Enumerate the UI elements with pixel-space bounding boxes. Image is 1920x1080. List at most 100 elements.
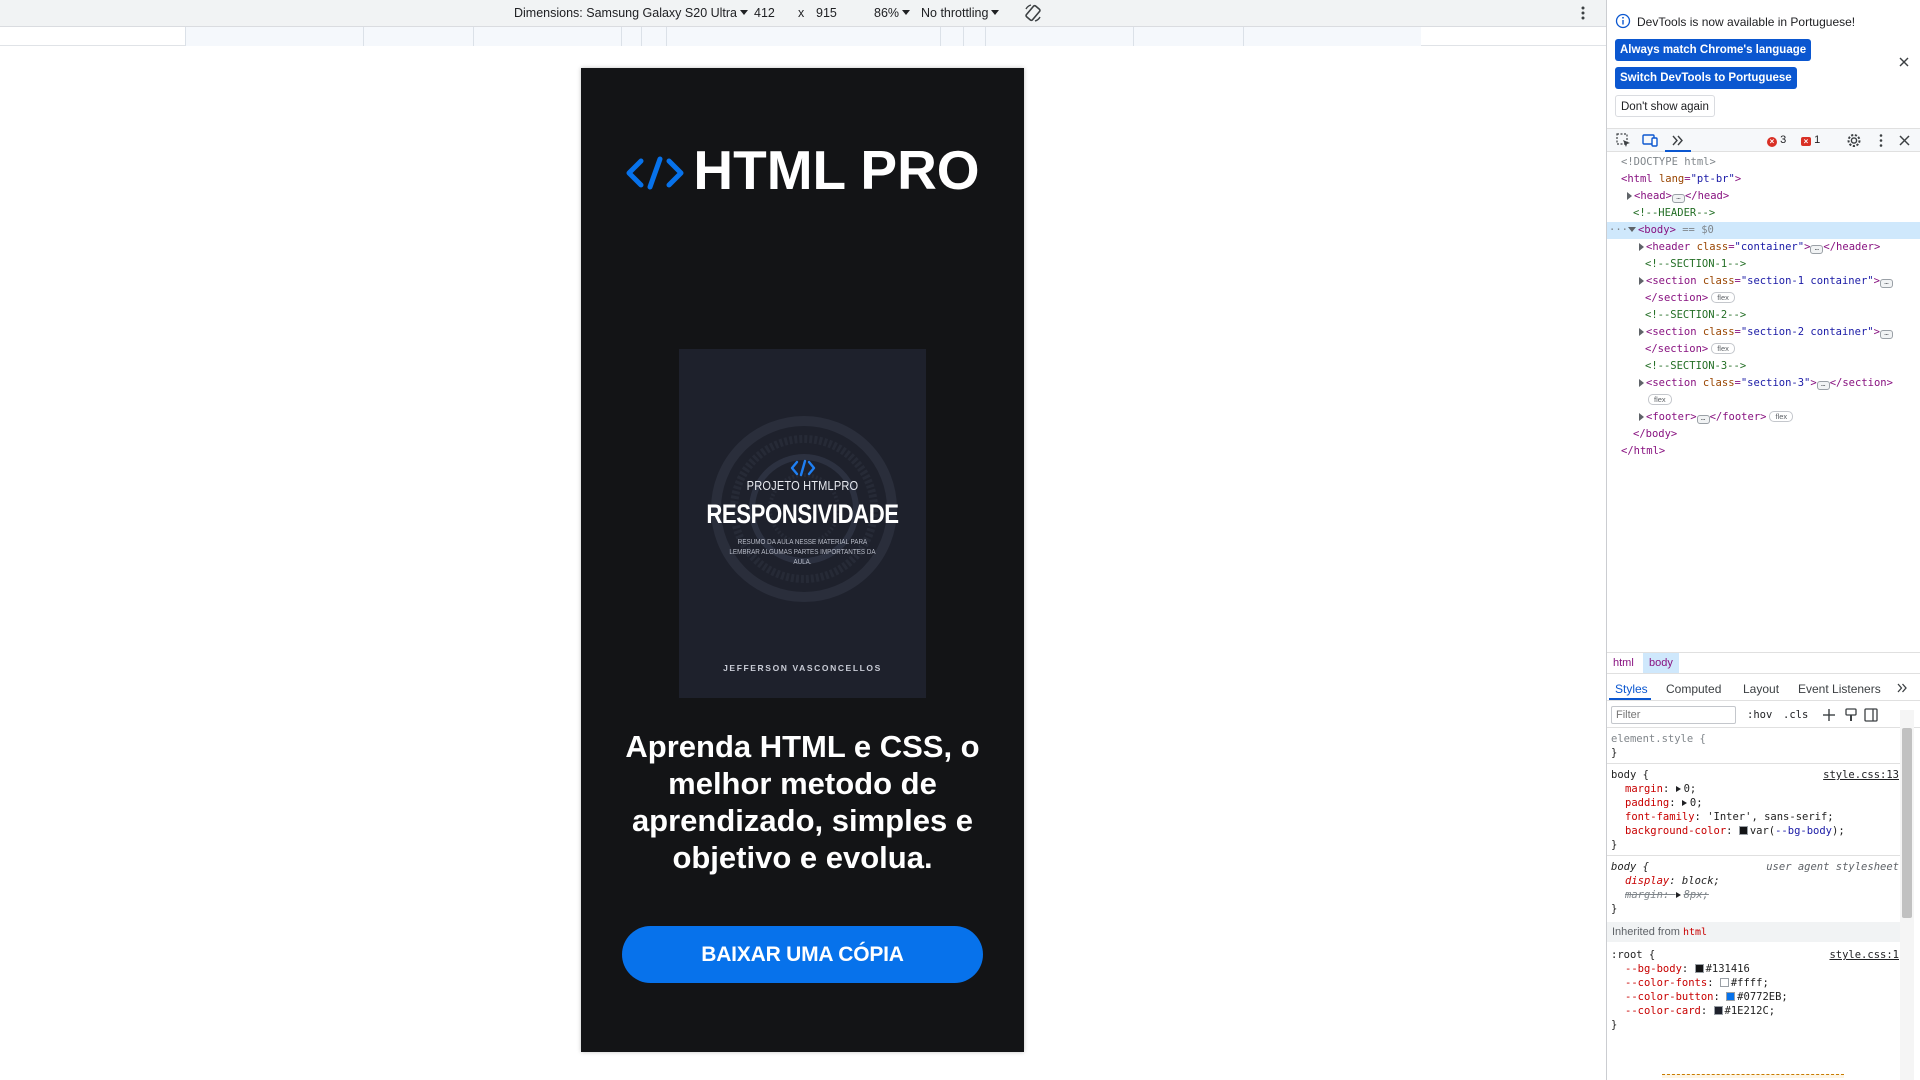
element-style-rule[interactable]: element.style {: [1607, 732, 1903, 746]
add-rule-icon[interactable]: [1821, 707, 1837, 723]
dom-node-section-3-badge[interactable]: flex: [1607, 392, 1920, 409]
dom-node-section-1[interactable]: <section class="section-1 container">…: [1607, 273, 1920, 290]
color-swatch[interactable]: [1726, 992, 1736, 1001]
flex-badge[interactable]: flex: [1711, 292, 1735, 303]
issue-count-badge[interactable]: × 1: [1801, 134, 1820, 146]
expand-triangle-icon[interactable]: [1639, 328, 1644, 336]
match-chrome-language-button[interactable]: Always match Chrome's language: [1615, 39, 1812, 61]
css-declaration[interactable]: font-family: 'Inter', sans-serif;: [1607, 810, 1903, 824]
dom-node-body[interactable]: ··· <body> == $0: [1607, 222, 1920, 239]
css-declaration[interactable]: margin: 0;: [1607, 782, 1903, 796]
class-toggle[interactable]: .cls: [1783, 709, 1808, 721]
switch-to-portuguese-button[interactable]: Switch DevTools to Portuguese: [1615, 67, 1797, 89]
collapse-triangle-icon[interactable]: [1627, 227, 1636, 232]
media-query-bar[interactable]: [666, 27, 940, 46]
ellipsis-icon[interactable]: …: [1696, 415, 1710, 424]
inherited-tag-link[interactable]: html: [1683, 927, 1707, 938]
ellipsis-icon[interactable]: …: [1879, 279, 1893, 288]
dom-node-header[interactable]: <header class="container">… </header>: [1607, 239, 1920, 256]
media-query-bar[interactable]: [641, 27, 666, 46]
ellipsis-icon[interactable]: …: [1810, 245, 1824, 254]
css-declaration[interactable]: background-color: var(--bg-body);: [1607, 824, 1903, 838]
media-query-bar[interactable]: [473, 27, 621, 46]
gear-icon[interactable]: [1845, 132, 1863, 149]
styles-scrollbar-thumb[interactable]: [1902, 728, 1912, 918]
device-width-input[interactable]: 412: [754, 6, 775, 20]
expand-triangle-icon[interactable]: [1675, 892, 1681, 898]
media-query-bar[interactable]: [185, 27, 363, 46]
device-dimensions-dropdown[interactable]: Dimensions: Samsung Galaxy S20 Ultra: [514, 6, 749, 20]
download-copy-button[interactable]: BAIXAR UMA CÓPIA: [622, 926, 983, 983]
dom-node-html-close[interactable]: </html>: [1607, 443, 1920, 460]
css-declaration[interactable]: display: block;: [1607, 874, 1903, 888]
dom-node-body-close[interactable]: </body>: [1607, 426, 1920, 443]
device-height-input[interactable]: 915: [816, 6, 837, 20]
color-swatch[interactable]: [1719, 978, 1729, 987]
dom-node-head[interactable]: <head>… </head>: [1607, 188, 1920, 205]
more-tabs-icon[interactable]: [1669, 132, 1687, 149]
dom-node-section-2[interactable]: <section class="section-2 container">…: [1607, 324, 1920, 341]
media-query-bar[interactable]: [1243, 27, 1421, 46]
flex-badge[interactable]: flex: [1711, 343, 1735, 354]
css-variable-declaration[interactable]: --color-card: #1E212C;: [1607, 1004, 1903, 1018]
expand-triangle-icon[interactable]: [1681, 800, 1687, 806]
breadcrumb-body[interactable]: body: [1643, 653, 1679, 673]
tab-computed[interactable]: Computed: [1666, 682, 1721, 696]
dom-node-doctype[interactable]: <!DOCTYPE html>: [1607, 154, 1920, 171]
dom-node-section-1-close[interactable]: </section> flex: [1607, 290, 1920, 307]
more-options-icon[interactable]: [1575, 3, 1591, 23]
media-query-bar[interactable]: [363, 27, 473, 46]
dom-node-comment[interactable]: <!--SECTION-2-->: [1607, 307, 1920, 324]
kebab-menu-icon[interactable]: [1872, 132, 1890, 149]
hover-state-toggle[interactable]: :hov: [1747, 709, 1772, 721]
body-rule-selector[interactable]: body {style.css:13: [1607, 768, 1903, 782]
dom-node-footer[interactable]: <footer>… </footer> flex: [1607, 409, 1920, 426]
ellipsis-icon[interactable]: …: [1816, 381, 1830, 390]
variable-link[interactable]: --bg-body: [1775, 825, 1832, 837]
source-link[interactable]: style.css:13: [1823, 768, 1899, 782]
styles-filter-input[interactable]: [1611, 706, 1736, 724]
dom-node-comment[interactable]: <!--SECTION-1-->: [1607, 256, 1920, 273]
close-icon[interactable]: [1897, 55, 1911, 69]
root-rule-selector[interactable]: :root {style.css:1: [1607, 948, 1903, 962]
device-toggle-icon[interactable]: [1641, 132, 1659, 149]
throttling-dropdown[interactable]: No throttling: [921, 6, 1000, 20]
color-swatch[interactable]: [1694, 964, 1704, 973]
tab-event-listeners[interactable]: Event Listeners: [1798, 682, 1881, 696]
inspect-element-icon[interactable]: [1615, 132, 1633, 149]
tab-styles[interactable]: Styles: [1615, 682, 1648, 696]
css-variable-declaration[interactable]: --color-fonts: #ffff;: [1607, 976, 1903, 990]
expand-triangle-icon[interactable]: [1639, 379, 1644, 387]
color-swatch[interactable]: [1713, 1006, 1723, 1015]
ellipsis-icon[interactable]: …: [1671, 194, 1685, 203]
css-variable-declaration[interactable]: --color-button: #0772EB;: [1607, 990, 1903, 1004]
expand-triangle-icon[interactable]: [1627, 192, 1632, 200]
error-count-badge[interactable]: × 3: [1767, 134, 1786, 147]
dont-show-again-button[interactable]: Don't show again: [1615, 95, 1715, 117]
paint-brush-icon[interactable]: [1843, 707, 1859, 723]
media-query-bar[interactable]: [621, 27, 641, 46]
dom-node-section-2-close[interactable]: </section> flex: [1607, 341, 1920, 358]
expand-triangle-icon[interactable]: [1639, 277, 1644, 285]
expand-triangle-icon[interactable]: [1675, 786, 1681, 792]
color-swatch[interactable]: [1738, 826, 1748, 835]
expand-triangle-icon[interactable]: [1639, 413, 1644, 421]
ellipsis-icon[interactable]: …: [1879, 330, 1893, 339]
source-link[interactable]: style.css:1: [1829, 948, 1899, 962]
dom-node-html[interactable]: <html lang="pt-br">: [1607, 171, 1920, 188]
tab-layout[interactable]: Layout: [1743, 682, 1779, 696]
row-menu-dots[interactable]: ···: [1609, 224, 1628, 236]
dom-node-comment[interactable]: <!--SECTION-3-->: [1607, 358, 1920, 375]
media-query-bar[interactable]: [940, 27, 963, 46]
dom-node-comment[interactable]: <!--HEADER-->: [1607, 205, 1920, 222]
breadcrumb-html[interactable]: html: [1607, 653, 1640, 673]
sidebar-toggle-icon[interactable]: [1863, 707, 1879, 723]
site-logo[interactable]: HTML PRO: [581, 138, 1024, 202]
css-variable-declaration[interactable]: --bg-body: #131416: [1607, 962, 1903, 976]
expand-triangle-icon[interactable]: [1639, 243, 1644, 251]
css-declaration-overridden[interactable]: margin: 8px;: [1607, 888, 1903, 902]
dom-node-section-3[interactable]: <section class="section-3">… </section>: [1607, 375, 1920, 392]
media-query-bar[interactable]: [985, 27, 1133, 46]
more-tabs-icon[interactable]: [1895, 681, 1909, 695]
media-query-bar[interactable]: [963, 27, 985, 46]
